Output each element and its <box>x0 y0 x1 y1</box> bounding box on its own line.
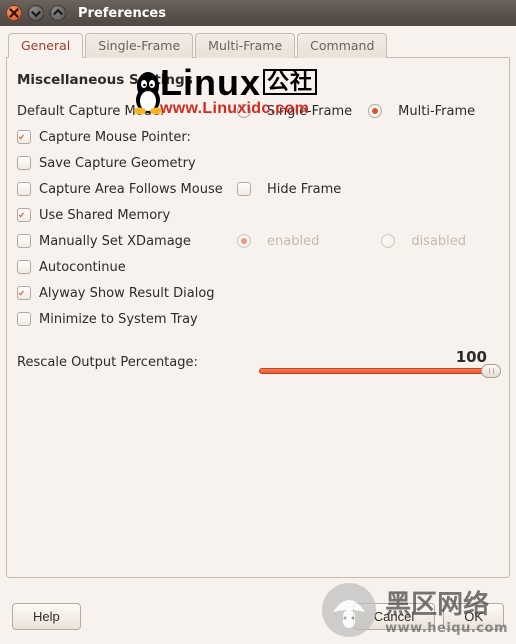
checkbox-area-follows[interactable] <box>17 182 31 196</box>
tab-single-frame[interactable]: Single-Frame <box>85 33 193 58</box>
rescale-slider[interactable]: 100 <box>259 350 499 374</box>
checkbox-autocontinue[interactable] <box>17 260 31 274</box>
button-label: Cancel <box>374 609 414 624</box>
radio-xdamage-disabled <box>381 234 395 248</box>
window-titlebar: Preferences <box>0 0 516 26</box>
button-label: OK <box>464 609 483 624</box>
tab-label: Command <box>310 38 374 53</box>
dialog-button-bar: Help Cancel OK <box>0 593 516 644</box>
rescale-slider-value: 100 <box>456 348 487 366</box>
tab-command[interactable]: Command <box>297 33 387 58</box>
checkbox-hide-frame[interactable] <box>237 182 251 196</box>
radio-single-frame[interactable] <box>237 104 251 118</box>
checkbox-show-result-label: Alyway Show Result Dialog <box>39 286 215 301</box>
radio-single-frame-label: Single-Frame <box>267 104 352 119</box>
radio-xdamage-enabled-label: enabled <box>267 234 319 249</box>
default-capture-mode-label: Default Capture Mode: <box>17 104 164 119</box>
tab-label: General <box>21 38 70 53</box>
checkbox-save-geometry[interactable] <box>17 156 31 170</box>
checkbox-xdamage-label: Manually Set XDamage <box>39 234 191 249</box>
maximize-window-button[interactable] <box>50 5 66 21</box>
close-window-button[interactable] <box>6 5 22 21</box>
tab-multi-frame[interactable]: Multi-Frame <box>195 33 295 58</box>
checkbox-hide-frame-label: Hide Frame <box>267 182 341 197</box>
slider-track[interactable] <box>259 368 499 374</box>
tab-general[interactable]: General <box>8 33 83 58</box>
checkbox-shared-memory[interactable] <box>17 208 31 222</box>
minimize-window-button[interactable] <box>28 5 44 21</box>
cancel-button[interactable]: Cancel <box>353 603 435 630</box>
help-button[interactable]: Help <box>12 603 81 630</box>
checkbox-capture-pointer-label: Capture Mouse Pointer: <box>39 130 191 145</box>
radio-multi-frame-label: Multi-Frame <box>398 104 475 119</box>
radio-xdamage-enabled <box>237 234 251 248</box>
section-title: Miscellaneous Settings <box>17 72 499 88</box>
window-title: Preferences <box>78 6 166 21</box>
checkbox-minimize-tray-label: Minimize to System Tray <box>39 312 198 327</box>
tab-panel-general: Miscellaneous Settings Default Capture M… <box>6 58 510 578</box>
checkbox-area-follows-label: Capture Area Follows Mouse <box>39 182 223 197</box>
slider-thumb[interactable] <box>481 364 501 378</box>
ok-button[interactable]: OK <box>443 603 504 630</box>
radio-multi-frame[interactable] <box>368 104 382 118</box>
slider-fill <box>259 368 490 374</box>
checkbox-xdamage[interactable] <box>17 234 31 248</box>
rescale-slider-label: Rescale Output Percentage: <box>17 355 198 370</box>
checkbox-shared-memory-label: Use Shared Memory <box>39 208 170 223</box>
checkbox-minimize-tray[interactable] <box>17 312 31 326</box>
tabstrip: General Single-Frame Multi-Frame Command <box>6 32 510 58</box>
tab-label: Multi-Frame <box>208 38 282 53</box>
radio-xdamage-disabled-label: disabled <box>411 234 466 249</box>
button-label: Help <box>33 609 60 624</box>
checkbox-autocontinue-label: Autocontinue <box>39 260 126 275</box>
checkbox-save-geometry-label: Save Capture Geometry <box>39 156 196 171</box>
checkbox-capture-pointer[interactable] <box>17 130 31 144</box>
checkbox-show-result[interactable] <box>17 286 31 300</box>
tab-label: Single-Frame <box>98 38 180 53</box>
